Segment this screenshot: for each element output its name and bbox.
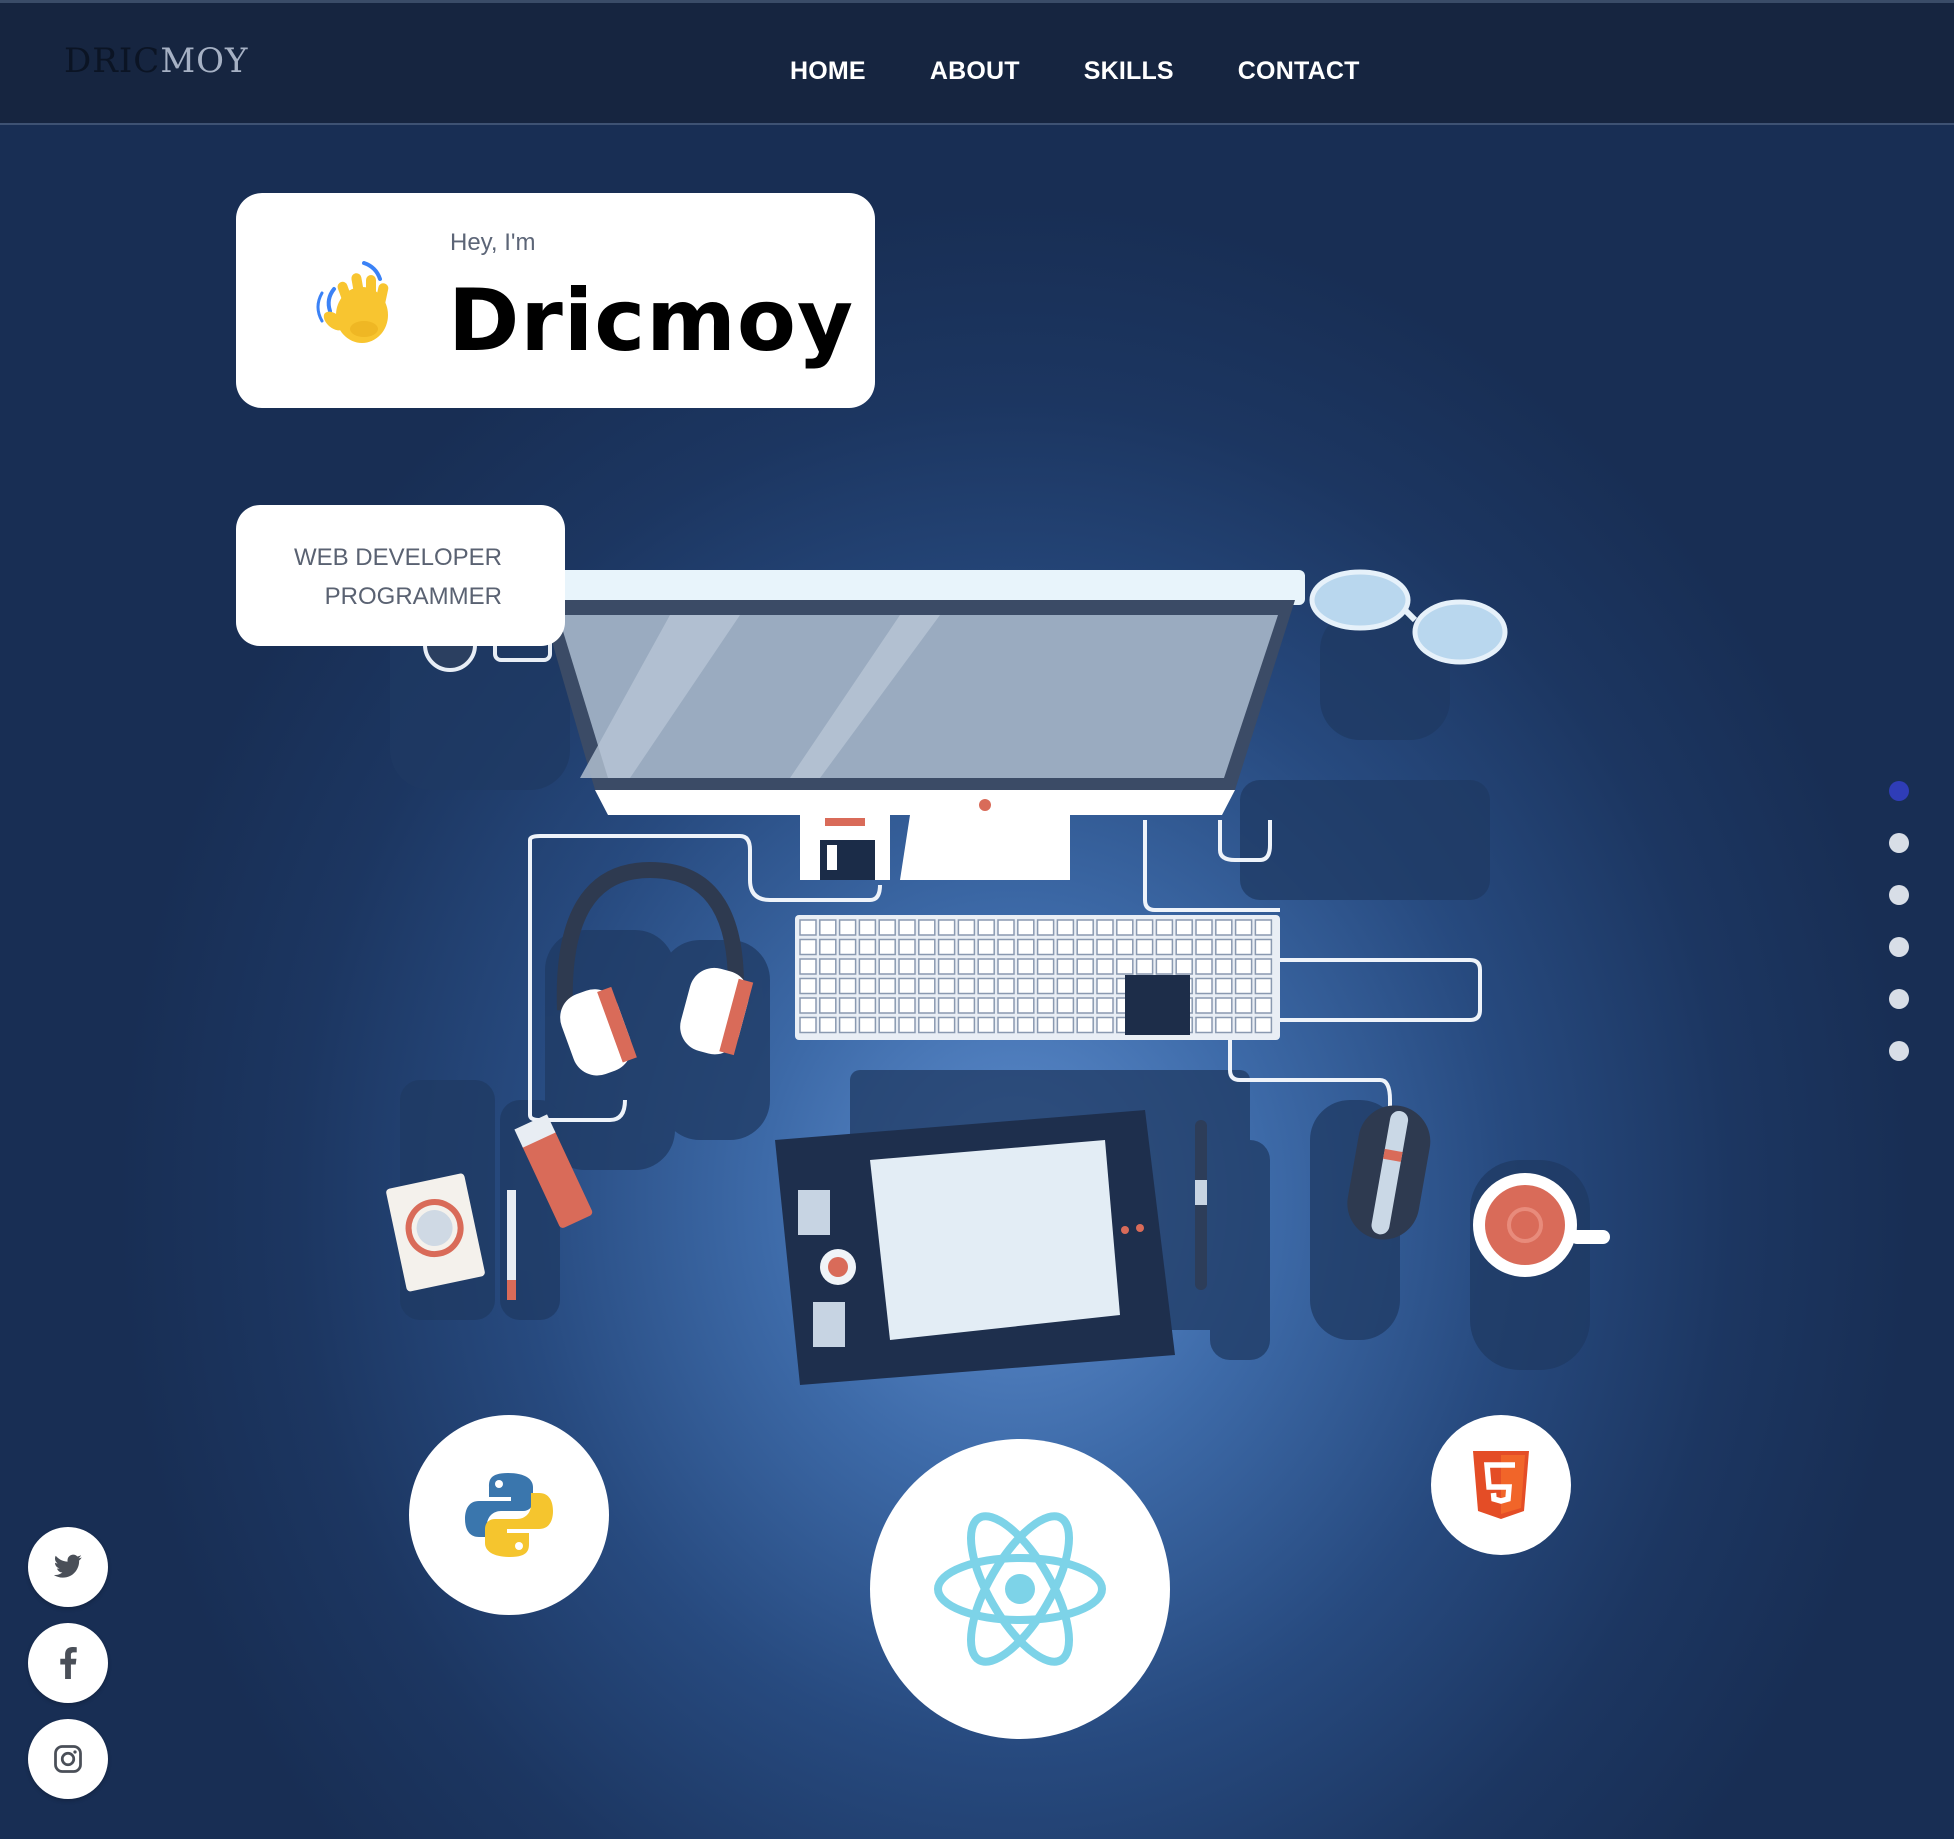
html5-icon xyxy=(1473,1451,1529,1519)
role-web-developer: WEB DEVELOPER xyxy=(293,544,502,571)
desk-illustration xyxy=(386,569,1610,1385)
python-icon xyxy=(465,1473,553,1557)
hero-name: Dricmoy xyxy=(448,271,855,371)
role-programmer: PROGRAMMER xyxy=(324,583,502,610)
react-icon xyxy=(934,1512,1106,1666)
instagram-link[interactable] xyxy=(28,1719,108,1799)
twitter-link[interactable] xyxy=(28,1527,108,1607)
python-badge xyxy=(409,1415,609,1615)
nav-about[interactable]: ABOUT xyxy=(930,57,1020,86)
section-dot-5[interactable] xyxy=(1889,989,1909,1009)
greeting-card: Hey, I'm Dricmoy xyxy=(236,193,875,408)
section-dot-6[interactable] xyxy=(1889,1041,1909,1061)
twitter-icon xyxy=(53,1554,82,1578)
role-card: WEB DEVELOPER PROGRAMMER xyxy=(236,505,565,646)
logo-part-1: DRIC xyxy=(64,41,161,81)
top-navbar: DRICMOY HOME ABOUT SKILLS CONTACT xyxy=(0,0,1954,125)
section-dot-4[interactable] xyxy=(1889,937,1909,957)
html5-badge xyxy=(1431,1415,1571,1555)
section-dot-1[interactable] xyxy=(1889,781,1909,801)
site-logo[interactable]: DRICMOY xyxy=(64,41,248,81)
section-dots xyxy=(1889,781,1909,1093)
react-badge xyxy=(870,1439,1170,1739)
nav-home[interactable]: HOME xyxy=(790,57,866,86)
section-dot-2[interactable] xyxy=(1889,833,1909,853)
facebook-icon xyxy=(60,1647,77,1679)
main-nav: HOME ABOUT SKILLS CONTACT xyxy=(790,57,1360,86)
instagram-icon xyxy=(54,1745,82,1773)
nav-contact[interactable]: CONTACT xyxy=(1238,57,1360,86)
facebook-link[interactable] xyxy=(28,1623,108,1703)
greeting-text: Hey, I'm xyxy=(450,229,536,256)
logo-part-2: MOY xyxy=(160,41,249,81)
nav-skills[interactable]: SKILLS xyxy=(1084,57,1174,86)
section-dot-3[interactable] xyxy=(1889,885,1909,905)
waving-hand-icon xyxy=(316,261,389,343)
